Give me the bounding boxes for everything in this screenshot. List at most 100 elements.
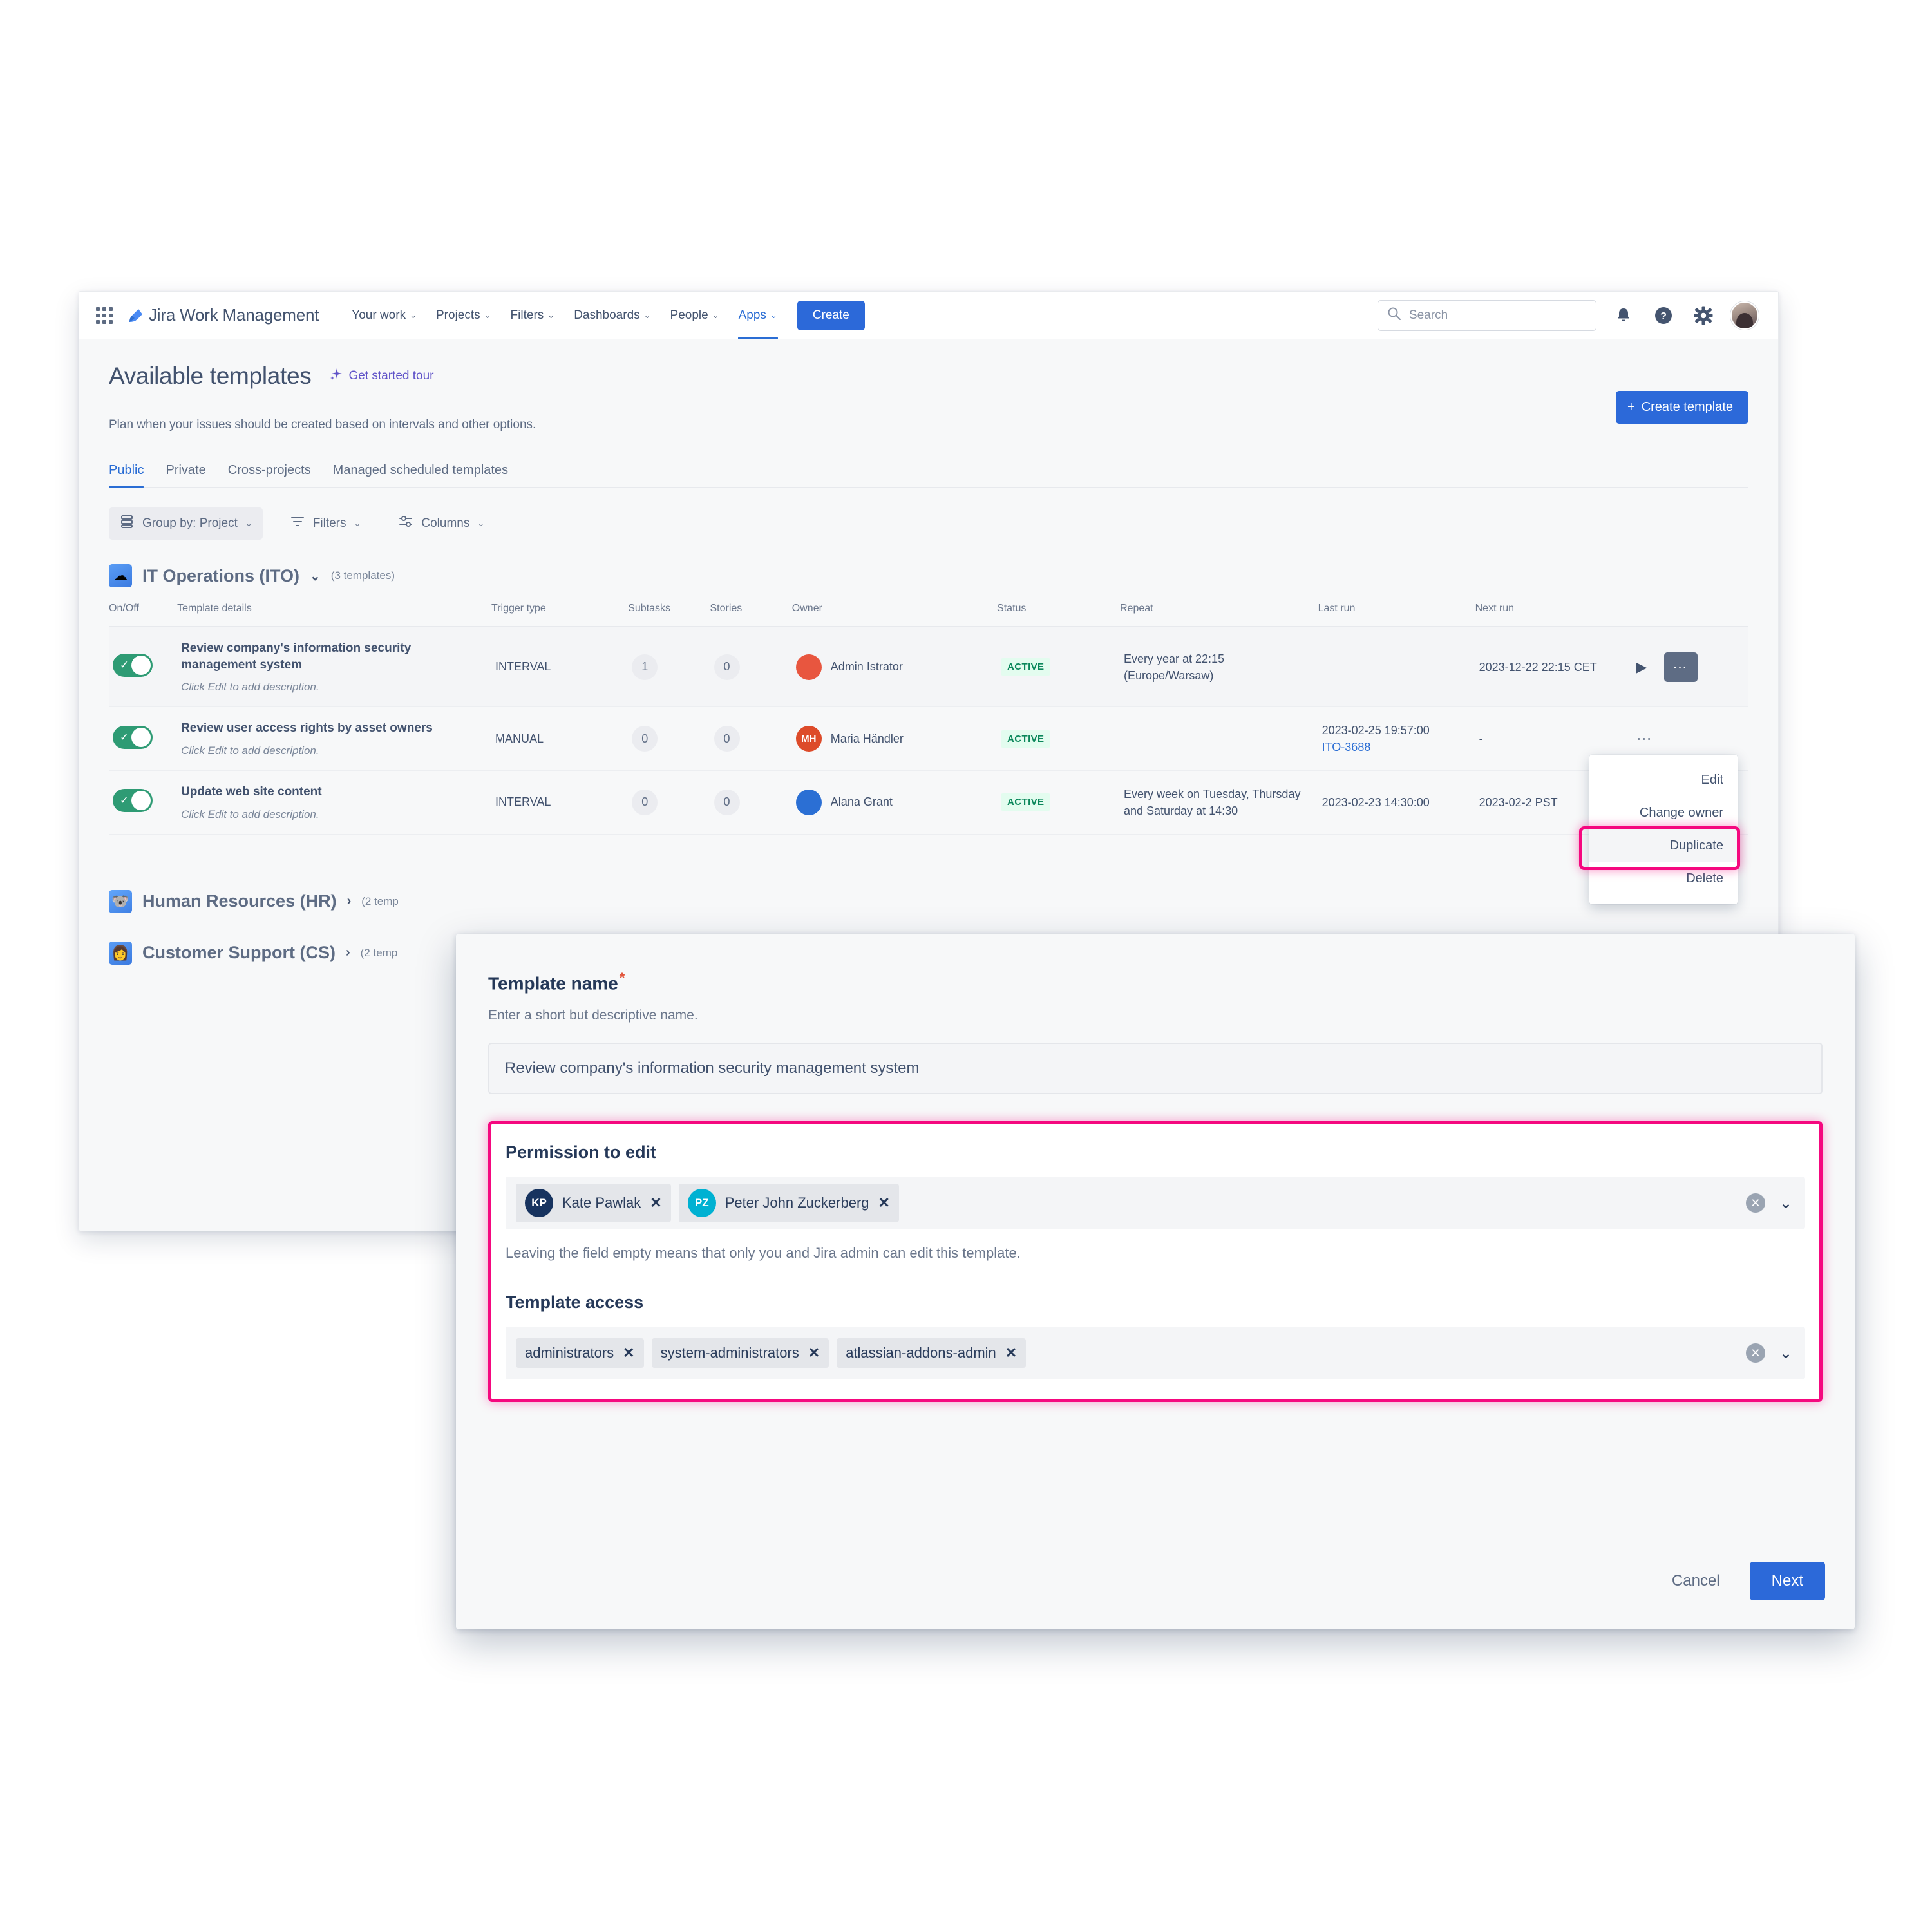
- row-more-actions-button[interactable]: ⋯: [1636, 730, 1653, 748]
- project-group-header-hr[interactable]: 🐨 Human Resources (HR) › (2 temp: [109, 889, 1748, 913]
- tab-cross-projects[interactable]: Cross-projects: [228, 463, 311, 487]
- group-chip[interactable]: system-administrators ✕: [651, 1338, 829, 1368]
- template-name[interactable]: Update web site content: [181, 784, 488, 800]
- clear-all-icon[interactable]: ✕: [1745, 1343, 1765, 1363]
- context-menu-item-duplicate[interactable]: Duplicate: [1589, 829, 1738, 862]
- nav-item-dashboards[interactable]: Dashboards ⌄: [564, 292, 660, 339]
- template-access-field[interactable]: administrators ✕ system-administrators ✕…: [506, 1327, 1805, 1380]
- row-stories-cell: 0: [710, 770, 792, 835]
- app-switcher-grid-icon[interactable]: [96, 307, 113, 324]
- columns-button[interactable]: Columns ⌄: [388, 507, 495, 540]
- create-template-button[interactable]: + Create template: [1616, 391, 1748, 424]
- template-name[interactable]: Review company's information security ma…: [181, 640, 488, 673]
- status-badge: ACTIVE: [1001, 658, 1051, 676]
- user-avatar[interactable]: [1730, 301, 1759, 330]
- get-started-tour-link[interactable]: Get started tour: [329, 367, 434, 385]
- chevron-down-icon: ⌄: [477, 518, 485, 528]
- permission-note: Leaving the field empty means that only …: [506, 1245, 1021, 1262]
- template-name-input[interactable]: Review company's information security ma…: [488, 1043, 1823, 1095]
- svg-text:?: ?: [1660, 311, 1667, 322]
- run-now-icon[interactable]: ▶: [1636, 659, 1647, 676]
- nav-item-apps[interactable]: Apps ⌄: [729, 292, 787, 339]
- template-description: Click Edit to add description.: [181, 744, 319, 757]
- help-icon[interactable]: ?: [1651, 303, 1676, 328]
- context-menu-item-delete[interactable]: Delete: [1589, 862, 1738, 895]
- row-status-cell: ACTIVE: [997, 627, 1120, 708]
- on-off-toggle[interactable]: ✓: [113, 725, 153, 749]
- row-stories-cell: 0: [710, 627, 792, 708]
- context-menu-item-change-owner[interactable]: Change owner: [1589, 797, 1738, 829]
- chevron-down-icon[interactable]: ⌄: [310, 568, 321, 584]
- user-chip[interactable]: KP Kate Pawlak ✕: [516, 1184, 671, 1223]
- nav-item-people[interactable]: People ⌄: [661, 292, 729, 339]
- chevron-right-icon[interactable]: ›: [347, 894, 352, 909]
- chevron-down-icon: ⌄: [643, 310, 651, 320]
- filters-button[interactable]: Filters ⌄: [279, 507, 372, 540]
- user-chip[interactable]: PZ Peter John Zuckerberg ✕: [678, 1184, 899, 1223]
- status-badge: ACTIVE: [1001, 793, 1051, 811]
- on-off-toggle[interactable]: ✓: [113, 654, 153, 677]
- remove-chip-icon[interactable]: ✕: [650, 1195, 661, 1211]
- group-chip[interactable]: administrators ✕: [516, 1338, 644, 1368]
- remove-chip-icon[interactable]: ✕: [878, 1195, 890, 1211]
- tab-public[interactable]: Public: [109, 463, 144, 488]
- plus-icon: +: [1627, 400, 1635, 414]
- subtasks-count: 0: [632, 726, 658, 752]
- remove-chip-icon[interactable]: ✕: [1005, 1345, 1017, 1361]
- cancel-button[interactable]: Cancel: [1660, 1563, 1732, 1599]
- col-on-off: On/Off: [109, 603, 178, 627]
- remove-chip-icon[interactable]: ✕: [808, 1345, 820, 1361]
- tab-managed-scheduled-templates[interactable]: Managed scheduled templates: [333, 463, 508, 487]
- template-name-label: Template name*: [488, 970, 1823, 994]
- tab-private[interactable]: Private: [166, 463, 205, 487]
- create-template-label: Create template: [1641, 400, 1733, 414]
- row-subtasks-cell: 1: [628, 627, 710, 708]
- search-input[interactable]: Search: [1378, 299, 1596, 331]
- last-run-issue-link[interactable]: ITO-3688: [1322, 739, 1472, 755]
- page-subtitle: Plan when your issues should be created …: [109, 418, 536, 431]
- group-chip[interactable]: atlassian-addons-admin ✕: [837, 1338, 1027, 1368]
- table-row[interactable]: ✓ Update web site content Click Edit to …: [109, 770, 1748, 835]
- nav-item-filters[interactable]: Filters ⌄: [501, 292, 565, 339]
- project-group-header-ito[interactable]: ☁ IT Operations (ITO) ⌄ (3 templates): [109, 564, 1748, 587]
- project-avatar-icon: 🐨: [109, 889, 132, 913]
- col-subtasks: Subtasks: [628, 603, 710, 627]
- brand-logo-and-name[interactable]: Jira Work Management: [126, 305, 319, 325]
- col-next-run: Next run: [1475, 603, 1633, 627]
- col-trigger-type: Trigger type: [491, 603, 629, 627]
- chevron-down-icon[interactable]: ⌄: [1779, 1344, 1792, 1363]
- template-name[interactable]: Review user access rights by asset owner…: [181, 720, 488, 737]
- chevron-down-icon[interactable]: ⌄: [1779, 1194, 1792, 1213]
- col-actions: [1632, 603, 1748, 627]
- last-run-timestamp: 2023-02-25 19:57:00: [1321, 724, 1430, 737]
- settings-gear-icon[interactable]: [1690, 303, 1716, 328]
- col-status: Status: [997, 603, 1120, 627]
- group-chip-label: administrators: [525, 1345, 614, 1361]
- permission-to-edit-field[interactable]: KP Kate Pawlak ✕ PZ Peter John Zuckerber…: [506, 1177, 1805, 1230]
- sparkle-icon: [329, 367, 343, 385]
- on-off-toggle[interactable]: ✓: [113, 789, 153, 813]
- group-by-button[interactable]: Group by: Project ⌄: [109, 507, 263, 540]
- col-template-details: Template details: [177, 603, 492, 627]
- row-last-run: [1318, 627, 1475, 708]
- create-button[interactable]: Create: [797, 300, 865, 330]
- nav-item-label: Filters: [510, 308, 544, 322]
- search-icon: [1387, 307, 1401, 324]
- row-more-actions-button[interactable]: ⋯: [1663, 652, 1698, 682]
- clear-all-icon[interactable]: ✕: [1745, 1193, 1765, 1213]
- row-repeat: [1119, 706, 1318, 771]
- table-toolbar: Group by: Project ⌄ Filters ⌄ Columns ⌄: [109, 507, 1748, 540]
- nav-item-your-work[interactable]: Your work ⌄: [342, 292, 426, 339]
- table-row[interactable]: ✓ Review company's information security …: [109, 627, 1748, 708]
- nav-item-projects[interactable]: Projects ⌄: [426, 292, 501, 339]
- notifications-bell-icon[interactable]: [1611, 303, 1636, 328]
- row-status-cell: ACTIVE: [997, 706, 1120, 771]
- project-avatar-icon: 👩: [109, 941, 132, 965]
- next-button[interactable]: Next: [1749, 1562, 1825, 1600]
- context-menu-item-edit[interactable]: Edit: [1589, 764, 1738, 797]
- chevron-down-icon: ⌄: [354, 518, 361, 528]
- row-actions-cell: ▶ ⋯: [1632, 627, 1748, 708]
- table-row[interactable]: ✓ Review user access rights by asset own…: [109, 706, 1748, 771]
- chevron-right-icon[interactable]: ›: [346, 945, 350, 960]
- remove-chip-icon[interactable]: ✕: [623, 1345, 634, 1361]
